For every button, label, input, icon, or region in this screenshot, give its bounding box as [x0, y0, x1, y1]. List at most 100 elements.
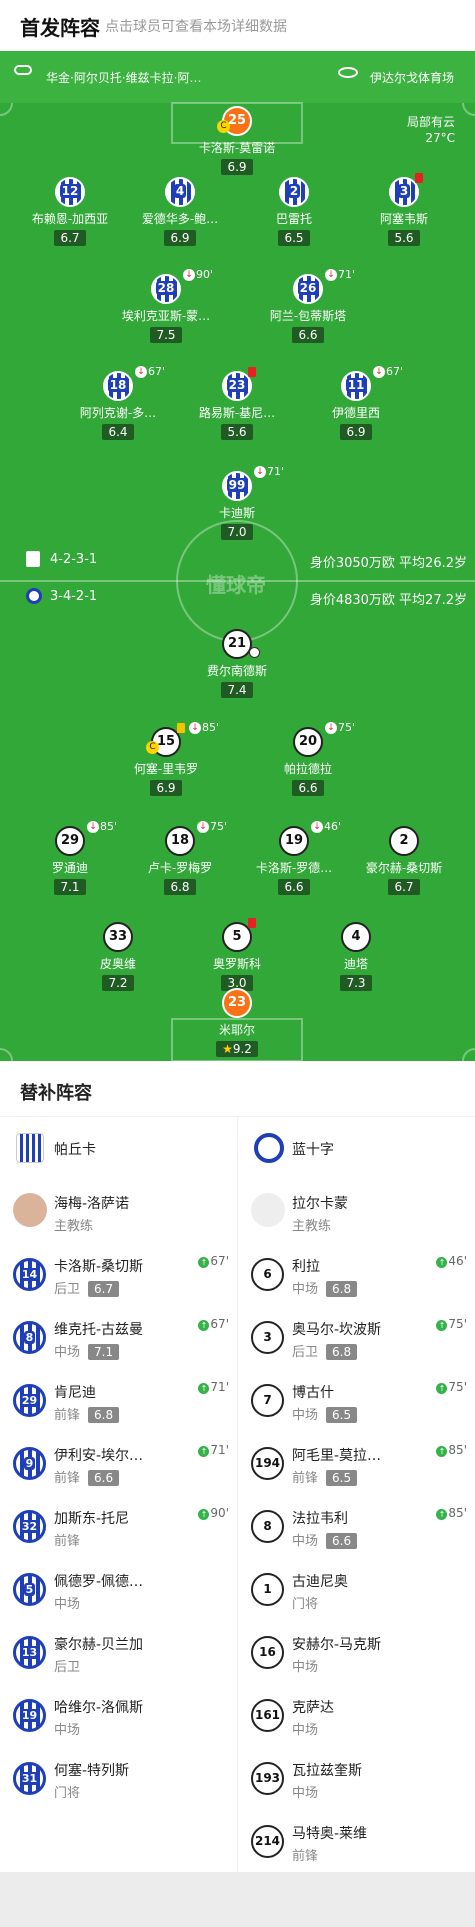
player-home-def-2[interactable]: 4 爱德华多-鲍… 6.9 — [125, 177, 235, 246]
goal-ball-icon — [249, 647, 260, 658]
sub-row[interactable]: 6 利拉 中场 6.8 ↑ 46' — [238, 1242, 475, 1305]
player-number: 4 — [341, 922, 371, 952]
sub-in-icon: ↑ — [198, 1383, 210, 1394]
player-position: 后卫 — [54, 1282, 81, 1297]
player-rating: 5.6 — [221, 424, 253, 440]
player-name: 卡洛斯-罗德… — [255, 861, 333, 875]
sub-row[interactable]: 214 马特奥-莱维 前锋 — [238, 1809, 475, 1872]
player-away-def-2[interactable]: 5 奥罗斯科 3.0 — [182, 918, 292, 991]
player-name: 皮奥维 — [99, 957, 136, 971]
sub-off-time: ↓ 71' — [325, 268, 355, 281]
sub-row[interactable]: 14 卡洛斯-桑切斯 后卫 6.7 ↑ 67' — [0, 1242, 237, 1305]
player-away-def-1[interactable]: 33 皮奥维 7.2 — [63, 922, 173, 991]
player-number: 6 — [251, 1258, 284, 1291]
sub-row[interactable]: 29 肯尼迪 前锋 6.8 ↑ 71' — [0, 1368, 237, 1431]
player-rating: 7.1 — [54, 879, 86, 895]
away-crest-icon — [26, 588, 42, 604]
player-home-am-3[interactable]: 11 ↓ 67' 伊德里西 6.9 — [301, 365, 411, 440]
player-position: 中场 — [292, 1282, 319, 1297]
player-number: 12 — [59, 184, 81, 198]
star-icon: ★ — [222, 1042, 233, 1056]
player-home-def-4[interactable]: 3 阿塞韦斯 5.6 — [349, 173, 459, 246]
player-number: 20 — [293, 727, 323, 757]
player-home-gk[interactable]: 25 C 卡洛斯-莫雷诺 6.9 — [182, 106, 292, 175]
player-home-am-1[interactable]: 18 ↓ 67' 阿列克谢-多… 6.4 — [63, 365, 173, 440]
player-away-mid-2[interactable]: 18 ↓ 75' 卢卡-罗梅罗 6.8 — [125, 820, 235, 895]
sub-row[interactable]: 3 奥马尔-坎波斯 后卫 6.8 ↑ 75' — [238, 1305, 475, 1368]
sub-row[interactable]: 32 加斯东-托尼 前锋 ↑ 90' — [0, 1494, 237, 1557]
away-coach-row[interactable]: 拉尔卡蒙 主教练 — [238, 1179, 475, 1242]
player-home-am-2[interactable]: 23 路易斯-基尼… 5.6 — [182, 367, 292, 440]
player-away-gk[interactable]: 23 米耶尔 ★9.2 — [182, 988, 292, 1057]
sub-in-time: 46' — [448, 1254, 467, 1268]
player-name: 奥罗斯科 — [212, 957, 261, 971]
player-number: 3 — [397, 184, 411, 198]
player-away-am-1[interactable]: 15 ↓ 85' C 何塞-里韦罗 6.9 — [111, 721, 221, 796]
player-number: 8 — [23, 1331, 36, 1344]
sub-row[interactable]: 16 安赫尔-马克斯 中场 — [238, 1620, 475, 1683]
player-position: 前锋 — [292, 1471, 319, 1486]
sub-off-icon: ↓ — [135, 366, 147, 378]
sub-row[interactable]: 8 维克托-古兹曼 中场 7.1 ↑ 67' — [0, 1305, 237, 1368]
player-number: 2 — [389, 826, 419, 856]
player-number: 1 — [251, 1573, 284, 1606]
coach-avatar — [13, 1193, 47, 1227]
sub-row[interactable]: 19 哈维尔-洛佩斯 中场 — [0, 1683, 237, 1746]
player-home-def-1[interactable]: 12 布赖恩-加西亚 6.7 — [15, 177, 125, 246]
player-name: 卢卡-罗梅罗 — [147, 861, 213, 875]
player-away-mid-4[interactable]: 2 豪尔赫-桑切斯 6.7 — [349, 826, 459, 895]
sub-row[interactable]: 194 阿毛里-莫拉… 前锋 6.5 ↑ 85' — [238, 1431, 475, 1494]
player-home-mid-1[interactable]: 28 ↓ 90' 埃利克亚斯-蒙… 7.5 — [111, 268, 221, 343]
away-crest-icon — [254, 1133, 284, 1163]
player-position: 前锋 — [54, 1534, 81, 1549]
sub-off-time: ↓ 67' — [373, 365, 403, 378]
sub-row[interactable]: 161 克萨达 中场 — [238, 1683, 475, 1746]
player-rating: 7.0 — [221, 524, 253, 540]
player-away-def-3[interactable]: 4 迪塔 7.3 — [301, 922, 411, 991]
player-position: 前锋 — [54, 1408, 81, 1423]
sub-row[interactable]: 7 博古什 中场 6.5 ↑ 75' — [238, 1368, 475, 1431]
player-home-def-3[interactable]: 2 巴雷托 6.5 — [239, 177, 349, 246]
home-coach-row[interactable]: 海梅-洛萨诺 主教练 — [0, 1179, 237, 1242]
sub-row[interactable]: 5 佩德罗-佩德… 中场 — [0, 1557, 237, 1620]
player-number: 23 — [226, 378, 248, 392]
away-subs: 蓝十字 拉尔卡蒙 主教练 6 利拉 中场 6.8 ↑ 46' 3 奥马尔-坎波斯 后卫 6.8 ↑… — [238, 1117, 475, 1872]
player-away-am-2[interactable]: 20 ↓ 75' 帕拉德拉 6.6 — [253, 721, 363, 796]
player-home-mid-2[interactable]: 26 ↓ 71' 阿兰-包蒂斯塔 6.6 — [253, 268, 363, 343]
away-stadium: 伊达尔戈体育场 — [370, 71, 455, 85]
sub-row[interactable]: 8 法拉韦利 中场 6.6 ↑ 85' — [238, 1494, 475, 1557]
player-rating: 6.8 — [326, 1281, 358, 1297]
player-rating: 6.7 — [88, 1281, 120, 1297]
player-away-st[interactable]: 21 费尔南德斯 7.4 — [182, 629, 292, 698]
player-rating: 9.2 — [232, 1042, 252, 1056]
player-away-mid-3[interactable]: 19 ↓ 46' 卡洛斯-罗德… 6.6 — [239, 820, 349, 895]
captain-icon: C — [217, 120, 230, 133]
sub-off-time: ↓ 90' — [183, 268, 213, 281]
player-name: 马特奥-莱维 — [292, 1826, 368, 1842]
player-rating: 6.4 — [102, 424, 134, 440]
sub-row[interactable]: 31 何塞-特列斯 门将 — [0, 1746, 237, 1809]
player-name: 卡洛斯-桑切斯 — [54, 1259, 144, 1275]
player-rating: 6.8 — [326, 1344, 358, 1360]
player-number: 11 — [345, 378, 367, 392]
player-away-mid-1[interactable]: 29 ↓ 85' 罗通迪 7.1 — [15, 820, 125, 895]
player-home-st[interactable]: 99 ↓ 71' 卡迪斯 7.0 — [182, 465, 292, 540]
player-number: 21 — [222, 629, 252, 659]
player-rating: 7.2 — [102, 975, 134, 991]
player-number: 13 — [19, 1646, 40, 1659]
sub-row[interactable]: 193 瓦拉兹奎斯 中场 — [238, 1746, 475, 1809]
player-rating: 6.8 — [164, 879, 196, 895]
player-name: 伊利安-埃尔… — [54, 1448, 144, 1464]
sub-row[interactable]: 9 伊利安-埃尔… 前锋 6.6 ↑ 71' — [0, 1431, 237, 1494]
sub-row[interactable]: 13 豪尔赫-贝兰加 后卫 — [0, 1620, 237, 1683]
away-value: 身价4830万欧 平均27.2岁 — [309, 593, 467, 608]
sub-row[interactable]: 1 古迪尼奥 门将 — [238, 1557, 475, 1620]
player-name: 迪塔 — [343, 957, 368, 971]
coach-role: 主教练 — [292, 1219, 332, 1234]
home-stadium: 华金·阿尔贝托·维兹卡拉·阿… — [46, 71, 202, 85]
player-rating: 6.5 — [326, 1407, 358, 1423]
player-position: 中场 — [54, 1345, 81, 1360]
player-name: 阿塞韦斯 — [379, 212, 428, 226]
player-rating: 6.7 — [54, 230, 86, 246]
subs-title: 替补阵容 — [20, 1083, 92, 1104]
